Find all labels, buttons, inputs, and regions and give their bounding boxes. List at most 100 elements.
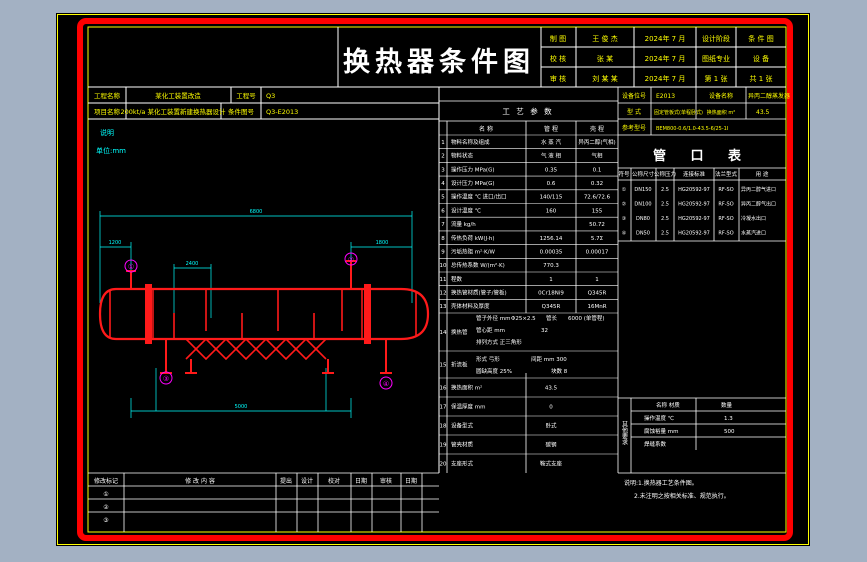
svg-text:日期: 日期 bbox=[405, 477, 417, 485]
nozzle-row: ② DN100 2.5 HG20592-97 RF-SO 异丙二醇气出口 bbox=[622, 201, 776, 208]
svg-text:①: ① bbox=[128, 263, 134, 271]
svg-text:Q3-E2013: Q3-E2013 bbox=[266, 108, 298, 116]
svg-text:5: 5 bbox=[441, 195, 445, 201]
svg-text:修 改 内 容: 修 改 内 容 bbox=[185, 477, 215, 485]
process-row: 6 设计温度 ℃ 160 155 bbox=[441, 206, 602, 214]
svg-text:43.5: 43.5 bbox=[756, 109, 770, 116]
svg-text:设 备: 设 备 bbox=[753, 54, 769, 63]
svg-text:刘 某 某: 刘 某 某 bbox=[592, 74, 617, 83]
svg-text:第 1 张: 第 1 张 bbox=[705, 74, 728, 83]
title-rows: 制 图 王 俊 杰 2024年 7 月 设计阶段 条 件 图 校 核 张 某 2… bbox=[550, 34, 774, 83]
svg-text:17: 17 bbox=[440, 405, 447, 411]
svg-text:16: 16 bbox=[440, 386, 447, 392]
svg-text:10: 10 bbox=[440, 263, 447, 269]
svg-text:20: 20 bbox=[440, 462, 447, 468]
svg-text:连接标准: 连接标准 bbox=[683, 170, 706, 178]
svg-text:条件图号: 条件图号 bbox=[228, 107, 255, 116]
svg-text:工程号: 工程号 bbox=[236, 91, 256, 100]
svg-text:管 口 表: 管 口 表 bbox=[653, 148, 751, 164]
svg-text:500: 500 bbox=[724, 429, 735, 435]
svg-text:设计阶段: 设计阶段 bbox=[702, 34, 730, 43]
svg-text:2024年 7 月: 2024年 7 月 bbox=[645, 34, 686, 43]
svg-text:操作温度 ℃: 操作温度 ℃ bbox=[644, 414, 674, 422]
svg-text:设备位号: 设备位号 bbox=[622, 92, 646, 100]
svg-text:HG20592-97: HG20592-97 bbox=[678, 202, 710, 208]
svg-text:E2013: E2013 bbox=[656, 93, 675, 100]
svg-text:3: 3 bbox=[441, 167, 445, 173]
drawing-canvas: 换热器条件图 制 图 王 俊 杰 2024年 7 月 设计阶段 条 件 图 校 … bbox=[57, 14, 809, 545]
nozzle-table: 管 口 表 符号 公称尺寸 公称压力 连接标准 法兰型式 用 途 ① DN150 2… bbox=[618, 148, 786, 242]
svg-text:审核: 审核 bbox=[380, 477, 392, 485]
svg-text:管壳材质: 管壳材质 bbox=[451, 441, 474, 449]
svg-text:气 液 相: 气 液 相 bbox=[541, 152, 561, 160]
svg-text:数量: 数量 bbox=[721, 401, 733, 409]
tubesheet-right bbox=[364, 284, 371, 344]
svg-text:污垢热阻 m²·K/W: 污垢热阻 m²·K/W bbox=[451, 247, 496, 255]
process-row: 4 设计压力 MPa(G) 0.6 0.32 bbox=[441, 179, 603, 187]
svg-text:Q345R: Q345R bbox=[542, 304, 561, 310]
process-row: 13 壳体材料及厚度 Q345R 16MnR bbox=[440, 302, 607, 310]
svg-text:参考型号: 参考型号 bbox=[622, 124, 646, 132]
svg-text:1256.14: 1256.14 bbox=[540, 236, 563, 242]
svg-text:冷凝水出口: 冷凝水出口 bbox=[741, 215, 766, 222]
svg-text:HG20592-97: HG20592-97 bbox=[678, 187, 710, 193]
svg-text:王 俊 杰: 王 俊 杰 bbox=[592, 34, 617, 43]
svg-text:2.5: 2.5 bbox=[661, 231, 669, 237]
process-row: 7 流量 kg/h 50.72 bbox=[441, 220, 605, 228]
tubesheet-left bbox=[145, 284, 152, 344]
svg-text:④: ④ bbox=[622, 231, 627, 237]
svg-text:①: ① bbox=[622, 187, 627, 193]
svg-text:Q345R: Q345R bbox=[588, 291, 607, 297]
svg-text:说明:1.换热器工艺条件图。: 说明:1.换热器工艺条件图。 bbox=[624, 479, 698, 487]
svg-text:①: ① bbox=[103, 491, 108, 498]
process-row: 2 物料状态 气 液 相 气相 bbox=[441, 152, 603, 160]
svg-text:DN100: DN100 bbox=[634, 202, 651, 208]
svg-text:18: 18 bbox=[440, 424, 447, 430]
svg-text:0.00017: 0.00017 bbox=[586, 249, 609, 255]
svg-text:总传热系数 W/(m²·K): 总传热系数 W/(m²·K) bbox=[451, 261, 505, 269]
svg-text:72.6/72.6: 72.6/72.6 bbox=[584, 195, 611, 201]
svg-text:32: 32 bbox=[541, 328, 548, 334]
svg-text:200kt/a 某化工装置新建换热器设计: 200kt/a 某化工装置新建换热器设计 bbox=[121, 107, 226, 116]
svg-text:排列方式 正三角形: 排列方式 正三角形 bbox=[476, 338, 522, 346]
svg-text:设备型式: 设备型式 bbox=[451, 422, 474, 430]
svg-text:50.72: 50.72 bbox=[589, 222, 605, 228]
svg-text:鞍式支座: 鞍式支座 bbox=[540, 460, 563, 468]
svg-text:保温厚度 mm: 保温厚度 mm bbox=[451, 403, 485, 411]
svg-text:异丙二醇气出口: 异丙二醇气出口 bbox=[741, 201, 776, 208]
svg-text:RF-SO: RF-SO bbox=[718, 216, 733, 222]
svg-text:1: 1 bbox=[441, 140, 445, 146]
svg-text:6800: 6800 bbox=[250, 209, 263, 215]
svg-text:型 式: 型 式 bbox=[627, 108, 641, 116]
svg-text:2.5: 2.5 bbox=[661, 216, 669, 222]
svg-text:审 核: 审 核 bbox=[550, 74, 566, 83]
svg-text:2024年 7 月: 2024年 7 月 bbox=[645, 54, 686, 63]
notes: 说明:1.换热器工艺条件图。 2.未注明之按相关标准、规范执行。 bbox=[624, 479, 730, 500]
svg-text:水 蒸 汽: 水 蒸 汽 bbox=[541, 138, 561, 146]
svg-text:19: 19 bbox=[440, 443, 447, 449]
svg-text:1200: 1200 bbox=[109, 240, 122, 246]
tube-detail: 管子外径 mm Φ25×2.5 管长 6000 (单管程) 管心距 mm 32 … bbox=[476, 314, 605, 375]
svg-text:③: ③ bbox=[622, 216, 626, 222]
process-row: 10 总传热系数 W/(m²·K) 770.3 bbox=[440, 261, 560, 269]
svg-text:HG20592-97: HG20592-97 bbox=[678, 231, 710, 237]
svg-text:提出: 提出 bbox=[280, 477, 292, 485]
svg-text:管长: 管长 bbox=[546, 314, 558, 322]
svg-text:Φ25×2.5: Φ25×2.5 bbox=[511, 316, 536, 322]
svg-text:法兰型式: 法兰型式 bbox=[715, 170, 738, 178]
svg-text:2: 2 bbox=[441, 154, 445, 160]
svg-text:43.5: 43.5 bbox=[545, 386, 558, 392]
svg-text:说明: 说明 bbox=[100, 128, 114, 137]
svg-text:DN50: DN50 bbox=[636, 231, 650, 237]
svg-text:其他要求: 其他要求 bbox=[621, 420, 628, 445]
svg-text:2.未注明之按相关标准、规范执行。: 2.未注明之按相关标准、规范执行。 bbox=[634, 492, 730, 500]
svg-text:RF-SO: RF-SO bbox=[718, 231, 733, 237]
svg-text:换热面积 m²: 换热面积 m² bbox=[451, 384, 482, 392]
svg-text:11: 11 bbox=[440, 277, 447, 283]
svg-text:名 称: 名 称 bbox=[479, 125, 493, 133]
svg-text:块数 8: 块数 8 bbox=[551, 367, 568, 375]
vessel-drawing: 6800 1200 5000 2400 1800 ① ② ③ ④ bbox=[98, 209, 430, 418]
svg-text:155: 155 bbox=[592, 208, 603, 214]
nozzle-row: ④ DN50 2.5 HG20592-97 RF-SO 水蒸汽进口 bbox=[622, 230, 766, 237]
svg-text:2.5: 2.5 bbox=[661, 187, 669, 193]
